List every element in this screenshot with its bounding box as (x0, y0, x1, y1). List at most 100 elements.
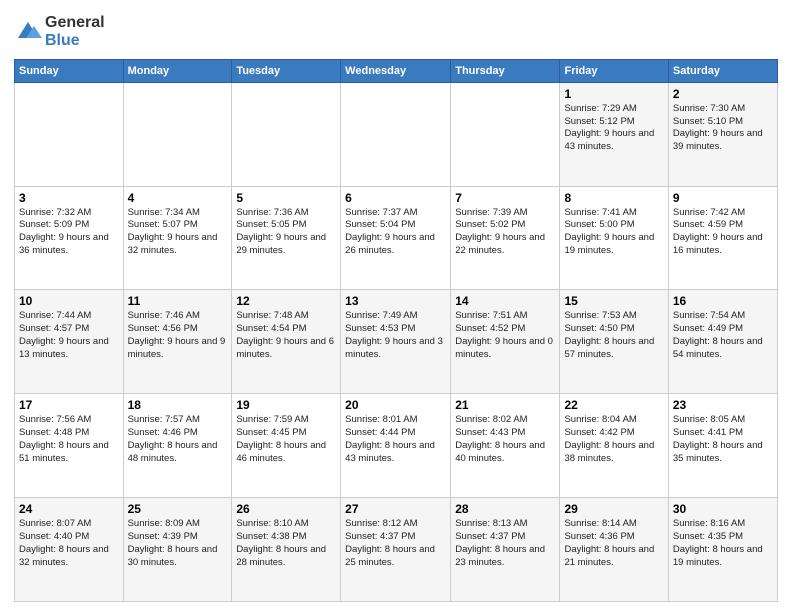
day-number: 15 (564, 294, 663, 308)
calendar-cell: 3Sunrise: 7:32 AM Sunset: 5:09 PM Daylig… (15, 186, 124, 290)
day-info: Sunrise: 8:01 AM Sunset: 4:44 PM Dayligh… (345, 414, 446, 465)
day-info: Sunrise: 8:10 AM Sunset: 4:38 PM Dayligh… (236, 518, 336, 569)
calendar-cell: 16 Sunrise: 7:54 AM Sunset: 4:49 PM Dayli… (668, 290, 777, 394)
calendar-cell: 13 Sunrise: 7:49 AM Sunset: 4:53 PM Dayli… (341, 290, 451, 394)
calendar-cell: 6 Sunrise: 7:37 AM Sunset: 5:04 PM Daylig… (341, 186, 451, 290)
day-info: Sunrise: 7:57 AM Sunset: 4:46 PM Dayligh… (128, 414, 228, 465)
day-number: 20 (345, 398, 446, 412)
calendar-header-saturday: Saturday (668, 59, 777, 82)
calendar-cell: 7 Sunrise: 7:39 AM Sunset: 5:02 PM Daylig… (451, 186, 560, 290)
calendar-cell: 28 Sunrise: 8:13 AM Sunset: 4:37 PM Dayli… (451, 498, 560, 602)
day-number: 4 (128, 191, 228, 205)
calendar-header-thursday: Thursday (451, 59, 560, 82)
calendar-cell (15, 82, 124, 186)
day-info: Sunrise: 7:53 AM Sunset: 4:50 PM Dayligh… (564, 310, 663, 361)
calendar-cell: 5 Sunrise: 7:36 AM Sunset: 5:05 PM Daylig… (232, 186, 341, 290)
calendar-cell: 10Sunrise: 7:44 AM Sunset: 4:57 PM Dayli… (15, 290, 124, 394)
day-number: 3 (19, 191, 119, 205)
day-info: Sunrise: 7:54 AM Sunset: 4:49 PM Dayligh… (673, 310, 773, 361)
calendar-week-4: 17 Sunrise: 7:56 AM Sunset: 4:48 PM Dayli… (15, 394, 778, 498)
calendar-cell: 26 Sunrise: 8:10 AM Sunset: 4:38 PM Dayli… (232, 498, 341, 602)
day-number: 23 (673, 398, 773, 412)
day-number: 11 (128, 294, 228, 308)
calendar-cell: 23Sunrise: 8:05 AM Sunset: 4:41 PM Dayli… (668, 394, 777, 498)
calendar-cell: 18 Sunrise: 7:57 AM Sunset: 4:46 PM Dayli… (123, 394, 232, 498)
calendar-cell (123, 82, 232, 186)
day-info: Sunrise: 7:59 AM Sunset: 4:45 PM Dayligh… (236, 414, 336, 465)
day-info: Sunrise: 7:37 AM Sunset: 5:04 PM Dayligh… (345, 207, 446, 258)
day-number: 14 (455, 294, 555, 308)
day-info: Sunrise: 7:34 AM Sunset: 5:07 PM Dayligh… (128, 207, 228, 258)
day-number: 18 (128, 398, 228, 412)
day-number: 29 (564, 502, 663, 516)
day-info: Sunrise: 8:09 AM Sunset: 4:39 PM Dayligh… (128, 518, 228, 569)
day-number: 25 (128, 502, 228, 516)
day-number: 22 (564, 398, 663, 412)
day-info: Sunrise: 7:56 AM Sunset: 4:48 PM Dayligh… (19, 414, 119, 465)
day-number: 7 (455, 191, 555, 205)
day-info: Sunrise: 7:49 AM Sunset: 4:53 PM Dayligh… (345, 310, 446, 361)
calendar-week-2: 3Sunrise: 7:32 AM Sunset: 5:09 PM Daylig… (15, 186, 778, 290)
logo-text: General Blue (45, 14, 105, 51)
day-number: 17 (19, 398, 119, 412)
day-info: Sunrise: 8:16 AM Sunset: 4:35 PM Dayligh… (673, 518, 773, 569)
calendar-cell: 21 Sunrise: 8:02 AM Sunset: 4:43 PM Dayli… (451, 394, 560, 498)
calendar-cell: 24Sunrise: 8:07 AM Sunset: 4:40 PM Dayli… (15, 498, 124, 602)
day-number: 9 (673, 191, 773, 205)
day-info: Sunrise: 7:48 AM Sunset: 4:54 PM Dayligh… (236, 310, 336, 361)
day-info: Sunrise: 8:02 AM Sunset: 4:43 PM Dayligh… (455, 414, 555, 465)
calendar-week-5: 24Sunrise: 8:07 AM Sunset: 4:40 PM Dayli… (15, 498, 778, 602)
day-number: 13 (345, 294, 446, 308)
day-number: 27 (345, 502, 446, 516)
calendar-cell: 14 Sunrise: 7:51 AM Sunset: 4:52 PM Dayli… (451, 290, 560, 394)
day-info: Sunrise: 7:51 AM Sunset: 4:52 PM Dayligh… (455, 310, 555, 361)
day-info: Sunrise: 7:36 AM Sunset: 5:05 PM Dayligh… (236, 207, 336, 258)
day-number: 19 (236, 398, 336, 412)
day-number: 8 (564, 191, 663, 205)
day-info: Sunrise: 8:04 AM Sunset: 4:42 PM Dayligh… (564, 414, 663, 465)
calendar-cell: 20 Sunrise: 8:01 AM Sunset: 4:44 PM Dayli… (341, 394, 451, 498)
calendar: SundayMondayTuesdayWednesdayThursdayFrid… (14, 59, 778, 602)
day-info: Sunrise: 7:29 AM Sunset: 5:12 PM Dayligh… (564, 103, 663, 154)
calendar-week-1: 1Sunrise: 7:29 AM Sunset: 5:12 PM Daylig… (15, 82, 778, 186)
calendar-cell: 2Sunrise: 7:30 AM Sunset: 5:10 PM Daylig… (668, 82, 777, 186)
day-number: 5 (236, 191, 336, 205)
calendar-cell: 1Sunrise: 7:29 AM Sunset: 5:12 PM Daylig… (560, 82, 668, 186)
day-info: Sunrise: 7:41 AM Sunset: 5:00 PM Dayligh… (564, 207, 663, 258)
day-number: 6 (345, 191, 446, 205)
calendar-cell: 4 Sunrise: 7:34 AM Sunset: 5:07 PM Daylig… (123, 186, 232, 290)
day-info: Sunrise: 8:13 AM Sunset: 4:37 PM Dayligh… (455, 518, 555, 569)
day-info: Sunrise: 8:14 AM Sunset: 4:36 PM Dayligh… (564, 518, 663, 569)
day-info: Sunrise: 7:44 AM Sunset: 4:57 PM Dayligh… (19, 310, 119, 361)
calendar-week-3: 10Sunrise: 7:44 AM Sunset: 4:57 PM Dayli… (15, 290, 778, 394)
calendar-header-wednesday: Wednesday (341, 59, 451, 82)
calendar-header-row: SundayMondayTuesdayWednesdayThursdayFrid… (15, 59, 778, 82)
day-number: 2 (673, 87, 773, 101)
calendar-cell (232, 82, 341, 186)
calendar-cell: 17 Sunrise: 7:56 AM Sunset: 4:48 PM Dayli… (15, 394, 124, 498)
calendar-header-friday: Friday (560, 59, 668, 82)
calendar-header-sunday: Sunday (15, 59, 124, 82)
day-number: 26 (236, 502, 336, 516)
calendar-header-tuesday: Tuesday (232, 59, 341, 82)
logo: General Blue (14, 14, 105, 51)
day-number: 12 (236, 294, 336, 308)
calendar-cell (451, 82, 560, 186)
calendar-cell (341, 82, 451, 186)
day-info: Sunrise: 7:39 AM Sunset: 5:02 PM Dayligh… (455, 207, 555, 258)
calendar-cell: 11Sunrise: 7:46 AM Sunset: 4:56 PM Dayli… (123, 290, 232, 394)
day-number: 21 (455, 398, 555, 412)
day-number: 28 (455, 502, 555, 516)
calendar-cell: 30Sunrise: 8:16 AM Sunset: 4:35 PM Dayli… (668, 498, 777, 602)
day-info: Sunrise: 7:42 AM Sunset: 4:59 PM Dayligh… (673, 207, 773, 258)
calendar-cell: 12 Sunrise: 7:48 AM Sunset: 4:54 PM Dayli… (232, 290, 341, 394)
page-header: General Blue (14, 10, 778, 51)
calendar-cell: 22 Sunrise: 8:04 AM Sunset: 4:42 PM Dayli… (560, 394, 668, 498)
calendar-cell: 15 Sunrise: 7:53 AM Sunset: 4:50 PM Dayli… (560, 290, 668, 394)
day-number: 24 (19, 502, 119, 516)
calendar-cell: 29 Sunrise: 8:14 AM Sunset: 4:36 PM Dayli… (560, 498, 668, 602)
day-info: Sunrise: 8:12 AM Sunset: 4:37 PM Dayligh… (345, 518, 446, 569)
calendar-cell: 25 Sunrise: 8:09 AM Sunset: 4:39 PM Dayli… (123, 498, 232, 602)
day-number: 16 (673, 294, 773, 308)
logo-icon (14, 18, 42, 46)
